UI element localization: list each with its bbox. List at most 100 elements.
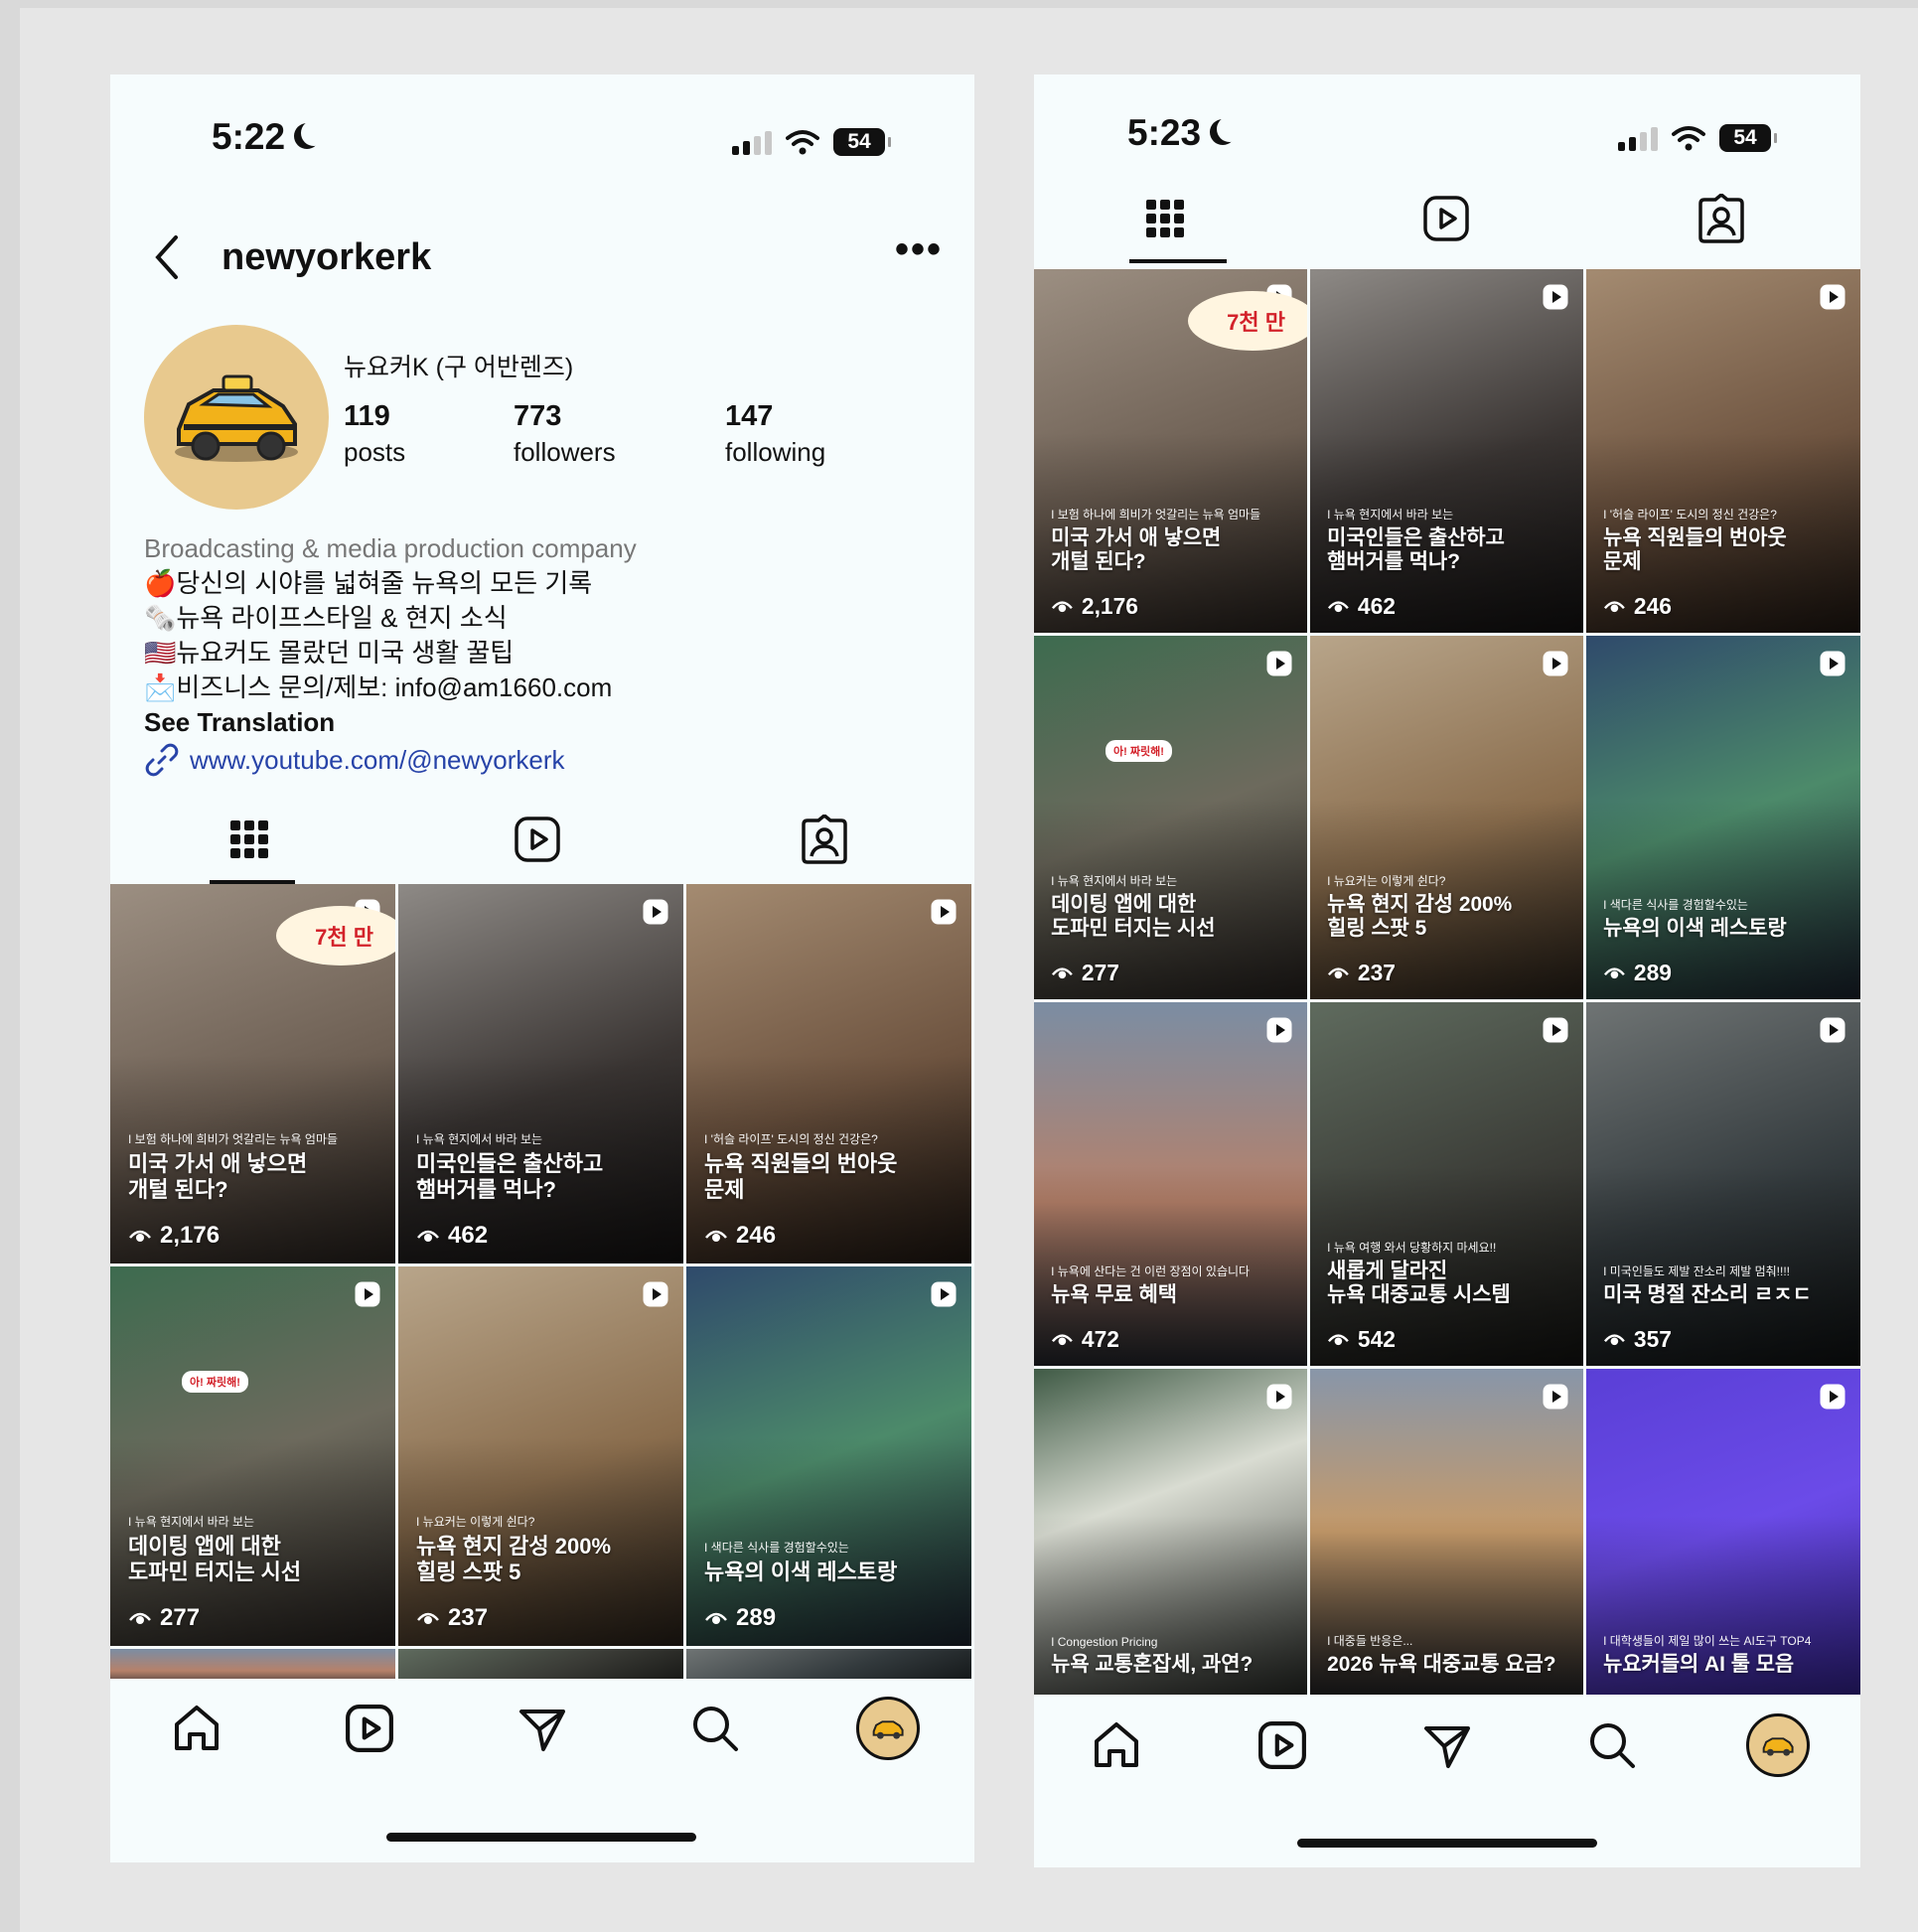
- reels-icon: [346, 1705, 393, 1752]
- post-tile[interactable]: I 뉴욕 현지에서 바라 보는 데이팅 앱에 대한 도파민 터지는 시선 277 아!…: [1034, 636, 1307, 999]
- post-tile[interactable]: I 대학생들이 제일 많이 쓰는 AI도구 TOP4 뉴요커들의 AI 툴 모음: [1586, 1369, 1860, 1695]
- nav-search[interactable]: [680, 1694, 750, 1763]
- eye-icon: [1604, 1334, 1625, 1345]
- thumbnail-badge-text: 7천 만: [1227, 310, 1285, 335]
- post-title: 2026 뉴욕 대중교통 요금?: [1327, 1652, 1556, 1676]
- eye-icon: [1328, 601, 1349, 612]
- post-tile[interactable]: I 색다른 식사를 경험할수있는 뉴욕의 이색 레스토랑 289: [1586, 636, 1860, 999]
- post-view-count: 357: [1603, 1326, 1672, 1353]
- tile-shade: [1586, 269, 1860, 633]
- bottom-nav: [110, 1679, 974, 1778]
- post-subtitle: I 뉴요커는 이렇게 쉰다?: [416, 1515, 535, 1530]
- moon-icon: [301, 120, 327, 146]
- ellipsis-icon[interactable]: •••: [895, 227, 943, 272]
- post-view-count: 2,176: [128, 1222, 220, 1250]
- post-title: 뉴욕 현지 감성 200% 힐링 스팟 5: [1327, 893, 1513, 941]
- post-view-count: 289: [1603, 960, 1672, 986]
- profile-avatar[interactable]: [144, 325, 329, 510]
- status-indicators: 54: [1618, 124, 1777, 152]
- reels-icon: [1257, 1721, 1306, 1769]
- nav-profile[interactable]: [1743, 1710, 1813, 1780]
- nav-messages[interactable]: [508, 1694, 577, 1763]
- post-tile[interactable]: I 뉴욕 현지에서 바라 보는 미국인들은 출산하고 햄버거를 먹나? 462: [1310, 269, 1583, 633]
- profile-bio: Broadcasting & media production company …: [144, 531, 939, 778]
- post-tile[interactable]: I 뉴욕 현지에서 바라 보는 미국인들은 출산하고 햄버거를 먹나? 462: [398, 884, 683, 1263]
- post-title: 새롭게 달라진 뉴욕 대중교통 시스템: [1327, 1260, 1511, 1307]
- post-subtitle: I '허슬 라이프' 도시의 정신 건강은?: [1603, 508, 1777, 522]
- post-tile[interactable]: I 대중들 반응은... 2026 뉴욕 대중교통 요금?: [1310, 1369, 1583, 1695]
- signal-icon: [732, 129, 772, 155]
- tab-grid[interactable]: [205, 795, 294, 884]
- post-subtitle: I 뉴욕 현지에서 바라 보는: [1327, 508, 1454, 522]
- nav-reels[interactable]: [335, 1694, 404, 1763]
- post-view-count: 277: [1051, 960, 1119, 986]
- post-tile[interactable]: I 뉴요커는 이렇게 쉰다? 뉴욕 현지 감성 200% 힐링 스팟 5 237: [398, 1266, 683, 1646]
- moon-icon: [1217, 116, 1243, 142]
- grid-icon: [1146, 200, 1184, 237]
- post-tile[interactable]: I 뉴욕 현지에서 바라 보는 데이팅 앱에 대한 도파민 터지는 시선 277 아!…: [110, 1266, 395, 1646]
- view-count-value: 246: [1633, 592, 1672, 619]
- view-count-value: 277: [1081, 959, 1119, 985]
- post-tile[interactable]: I 뉴욕 여행 와서 당황하지 마세요!! 새롭게 달라진 뉴욕 대중교통 시스템…: [1310, 1002, 1583, 1366]
- reel-indicator-icon: [931, 899, 957, 925]
- nav-messages[interactable]: [1412, 1710, 1482, 1780]
- profile-link[interactable]: www.youtube.com/@newyorkerk: [144, 742, 939, 778]
- view-count-value: 2,176: [1081, 592, 1138, 619]
- tab-reels[interactable]: [493, 795, 582, 884]
- nav-profile[interactable]: [853, 1694, 923, 1763]
- tab-reels[interactable]: [1402, 174, 1491, 263]
- tile-shade: [1034, 636, 1307, 999]
- chevron-left-icon[interactable]: [152, 233, 182, 281]
- post-tile[interactable]: I '허슬 라이프' 도시의 정신 건강은? 뉴욕 직원들의 번아웃 문제 246: [686, 884, 971, 1263]
- link-icon: [145, 743, 179, 777]
- post-tile[interactable]: I '허슬 라이프' 도시의 정신 건강은? 뉴욕 직원들의 번아웃 문제 246: [1586, 269, 1860, 633]
- stat-followers[interactable]: 773 followers: [514, 400, 616, 468]
- bio-line: 📩비즈니스 문의/제보: info@am1660.com: [144, 672, 613, 702]
- post-tile[interactable]: I 색다른 식사를 경험할수있는 뉴욕의 이색 레스토랑 289: [686, 1266, 971, 1646]
- post-title: 뉴욕 직원들의 번아웃 문제: [704, 1151, 898, 1202]
- stat-following[interactable]: 147 following: [725, 400, 825, 468]
- stat-following-value: 147: [725, 400, 774, 432]
- stat-posts-label: posts: [344, 437, 406, 467]
- post-tile[interactable]: I 미국인들도 제발 잔소리 제발 멈춰!!!! 미국 명절 잔소리 ㄹㅈㄷ 357: [1586, 1002, 1860, 1366]
- post-tile[interactable]: I 보험 하나에 희비가 엇갈리는 뉴욕 엄마들 미국 가서 애 낳으면 개털 된…: [1034, 269, 1307, 633]
- view-count-value: 2,176: [160, 1222, 221, 1249]
- profile-display-name: 뉴요커K (구 어반렌즈): [344, 354, 574, 381]
- tab-grid[interactable]: [1120, 174, 1210, 263]
- view-count-value: 289: [736, 1604, 777, 1631]
- tile-shade: [398, 884, 683, 1263]
- eye-icon: [417, 1230, 439, 1242]
- post-tile[interactable]: I Congestion Pricing 뉴욕 교통혼잡세, 과연?: [1034, 1369, 1307, 1695]
- nav-home[interactable]: [1082, 1710, 1151, 1780]
- tile-shade: [1310, 269, 1583, 633]
- see-translation-link[interactable]: See Translation: [144, 705, 939, 740]
- eye-icon: [1604, 601, 1625, 612]
- reel-indicator-icon: [1543, 1384, 1568, 1410]
- nav-reels[interactable]: [1248, 1710, 1317, 1780]
- view-count-value: 357: [1633, 1325, 1672, 1352]
- eye-icon: [1052, 967, 1073, 978]
- post-subtitle: I 뉴욕 현지에서 바라 보는: [1051, 874, 1178, 889]
- eye-icon: [1052, 601, 1073, 612]
- post-tile[interactable]: I 뉴욕에 산다는 건 이런 장점이 있습니다 뉴욕 무료 혜택 472: [1034, 1002, 1307, 1366]
- post-view-count: 277: [128, 1604, 200, 1632]
- post-subtitle: I 보험 하나에 희비가 엇갈리는 뉴욕 엄마들: [1051, 508, 1261, 522]
- nav-home[interactable]: [162, 1694, 231, 1763]
- stat-posts[interactable]: 119 posts: [344, 400, 405, 468]
- post-subtitle: I '허슬 라이프' 도시의 정신 건강은?: [704, 1132, 878, 1147]
- post-tile[interactable]: I 뉴요커는 이렇게 쉰다? 뉴욕 현지 감성 200% 힐링 스팟 5 237: [1310, 636, 1583, 999]
- stat-followers-label: followers: [514, 437, 616, 467]
- post-subtitle: I 색다른 식사를 경험할수있는: [1603, 898, 1748, 913]
- home-icon: [175, 1706, 219, 1750]
- post-view-count: 289: [704, 1604, 776, 1632]
- nav-search[interactable]: [1577, 1710, 1647, 1780]
- eye-icon: [1604, 967, 1625, 978]
- post-tile[interactable]: I 보험 하나에 희비가 엇갈리는 뉴욕 엄마들 미국 가서 애 낳으면 개털 된…: [110, 884, 395, 1263]
- reel-indicator-icon: [1543, 284, 1568, 310]
- taxi-icon: [872, 1720, 904, 1739]
- tab-tagged[interactable]: [1677, 174, 1766, 263]
- phone-grid-view: 5:23 54 I 보험 하나에 희비가 엇갈리는 뉴욕 엄마들 미국 가서 애 …: [1034, 74, 1860, 1867]
- reel-indicator-icon: [355, 1281, 380, 1307]
- eye-icon: [1052, 1334, 1073, 1345]
- tab-tagged[interactable]: [780, 795, 869, 884]
